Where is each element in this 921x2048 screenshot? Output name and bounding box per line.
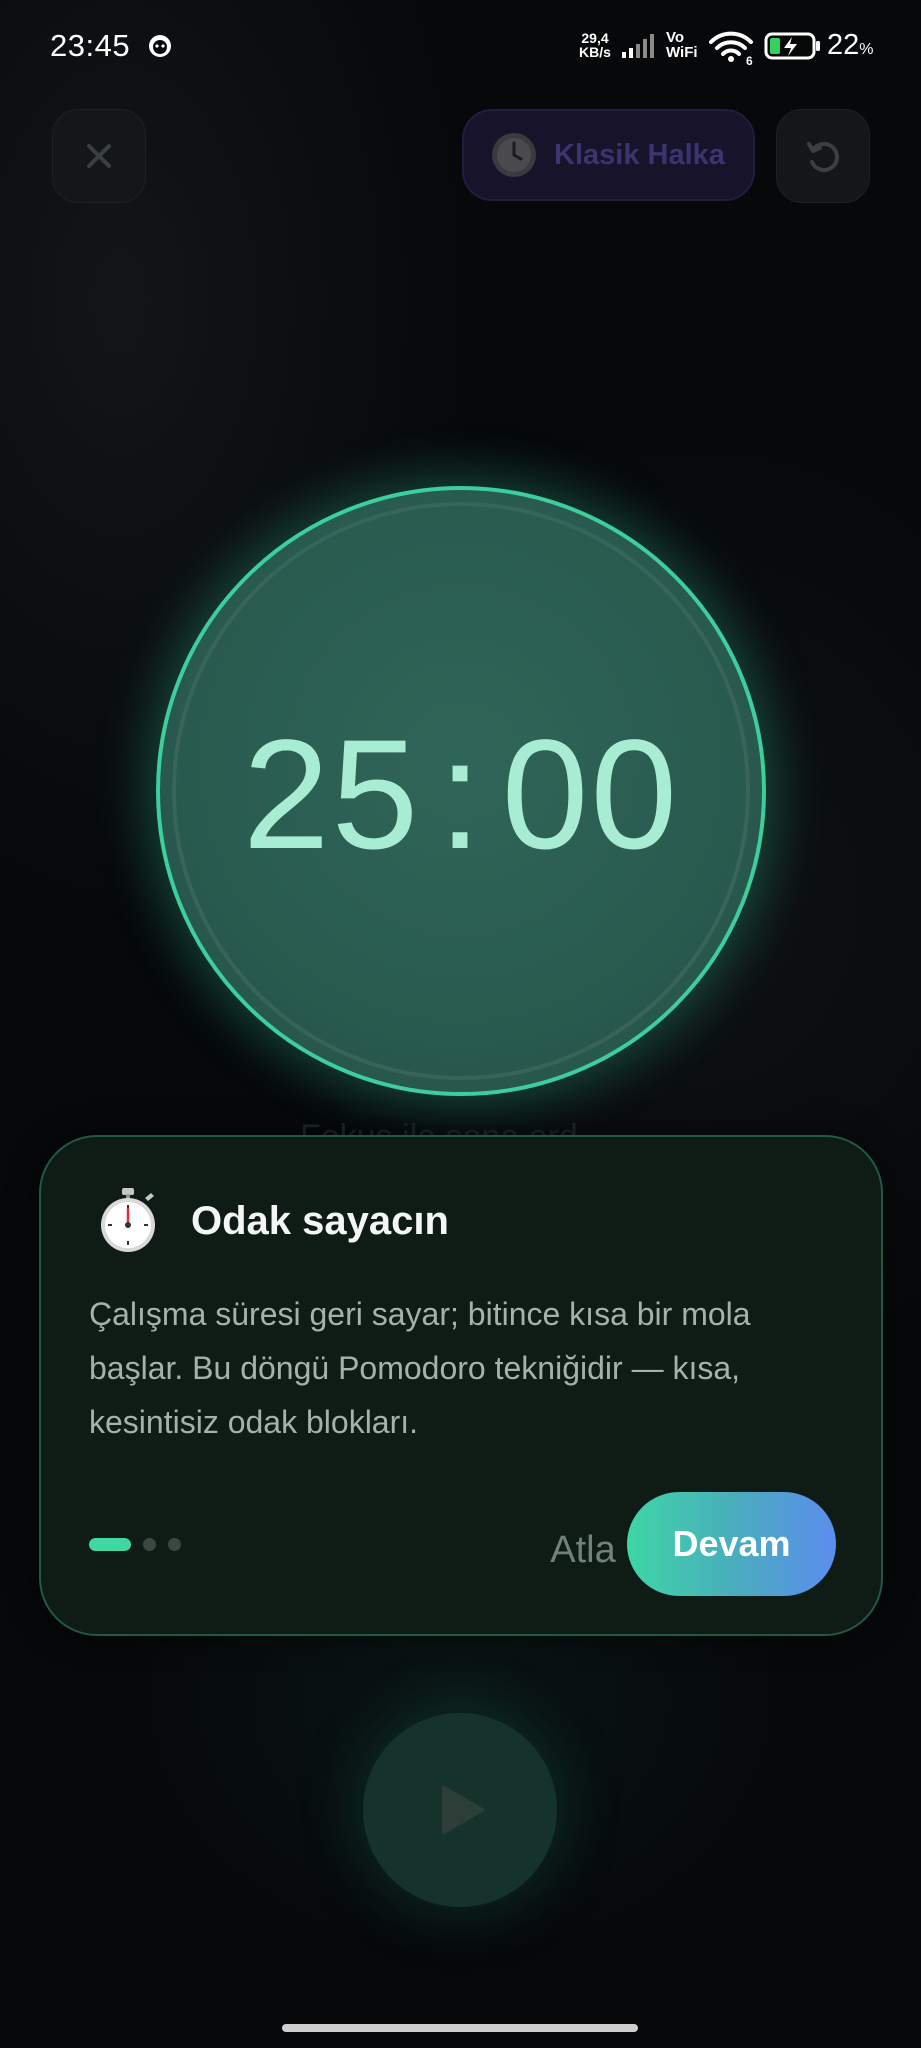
home-indicator[interactable] bbox=[282, 2024, 638, 2032]
onboarding-card: Odak sayacın Çalışma süresi geri sayar; … bbox=[39, 1135, 883, 1636]
cell-signal-icon bbox=[622, 34, 654, 58]
close-icon bbox=[87, 144, 111, 168]
battery-unit: % bbox=[859, 41, 874, 58]
status-time: 23:45 bbox=[50, 28, 131, 63]
page-dot bbox=[143, 1537, 156, 1551]
timer-seconds: 00 bbox=[501, 707, 680, 882]
page-indicator bbox=[89, 1537, 181, 1551]
app-notification-icon bbox=[149, 35, 171, 57]
timer-ring: 25:00 bbox=[156, 486, 766, 1096]
timer-minutes: 25 bbox=[242, 707, 421, 882]
clock-icon bbox=[492, 133, 536, 177]
play-icon bbox=[442, 1786, 484, 1834]
timer-style-button[interactable]: Klasik Halka bbox=[462, 109, 755, 201]
wifi-badge: 6 bbox=[746, 54, 753, 66]
timer-display: 25:00 bbox=[243, 706, 679, 885]
stopwatch-icon bbox=[101, 1188, 155, 1252]
timer-colon: : bbox=[438, 707, 484, 882]
battery-level: 22 bbox=[827, 29, 860, 61]
reset-button[interactable] bbox=[776, 109, 870, 203]
page-dot-active bbox=[89, 1537, 131, 1551]
wifi-icon: 6 bbox=[709, 31, 753, 66]
battery-percent: 22% bbox=[827, 29, 874, 62]
continue-label: Devam bbox=[672, 1523, 791, 1564]
status-bar: 23:45 29,4 KB/s Vo WiFi 6 22% bbox=[0, 0, 921, 92]
play-button[interactable] bbox=[363, 1713, 557, 1907]
timer-style-label: Klasik Halka bbox=[554, 138, 725, 171]
reset-icon bbox=[807, 142, 839, 172]
network-speed: 29,4 KB/s bbox=[579, 30, 611, 60]
continue-button[interactable]: Devam bbox=[627, 1492, 836, 1596]
onboarding-body: Çalışma süresi geri sayar; bitince kısa … bbox=[89, 1296, 751, 1440]
vowifi-indicator: Vo WiFi bbox=[666, 29, 698, 61]
onboarding-title: Odak sayacın bbox=[191, 1199, 449, 1243]
battery-icon bbox=[764, 32, 820, 60]
page-dot bbox=[168, 1537, 181, 1551]
close-button[interactable] bbox=[52, 109, 146, 203]
